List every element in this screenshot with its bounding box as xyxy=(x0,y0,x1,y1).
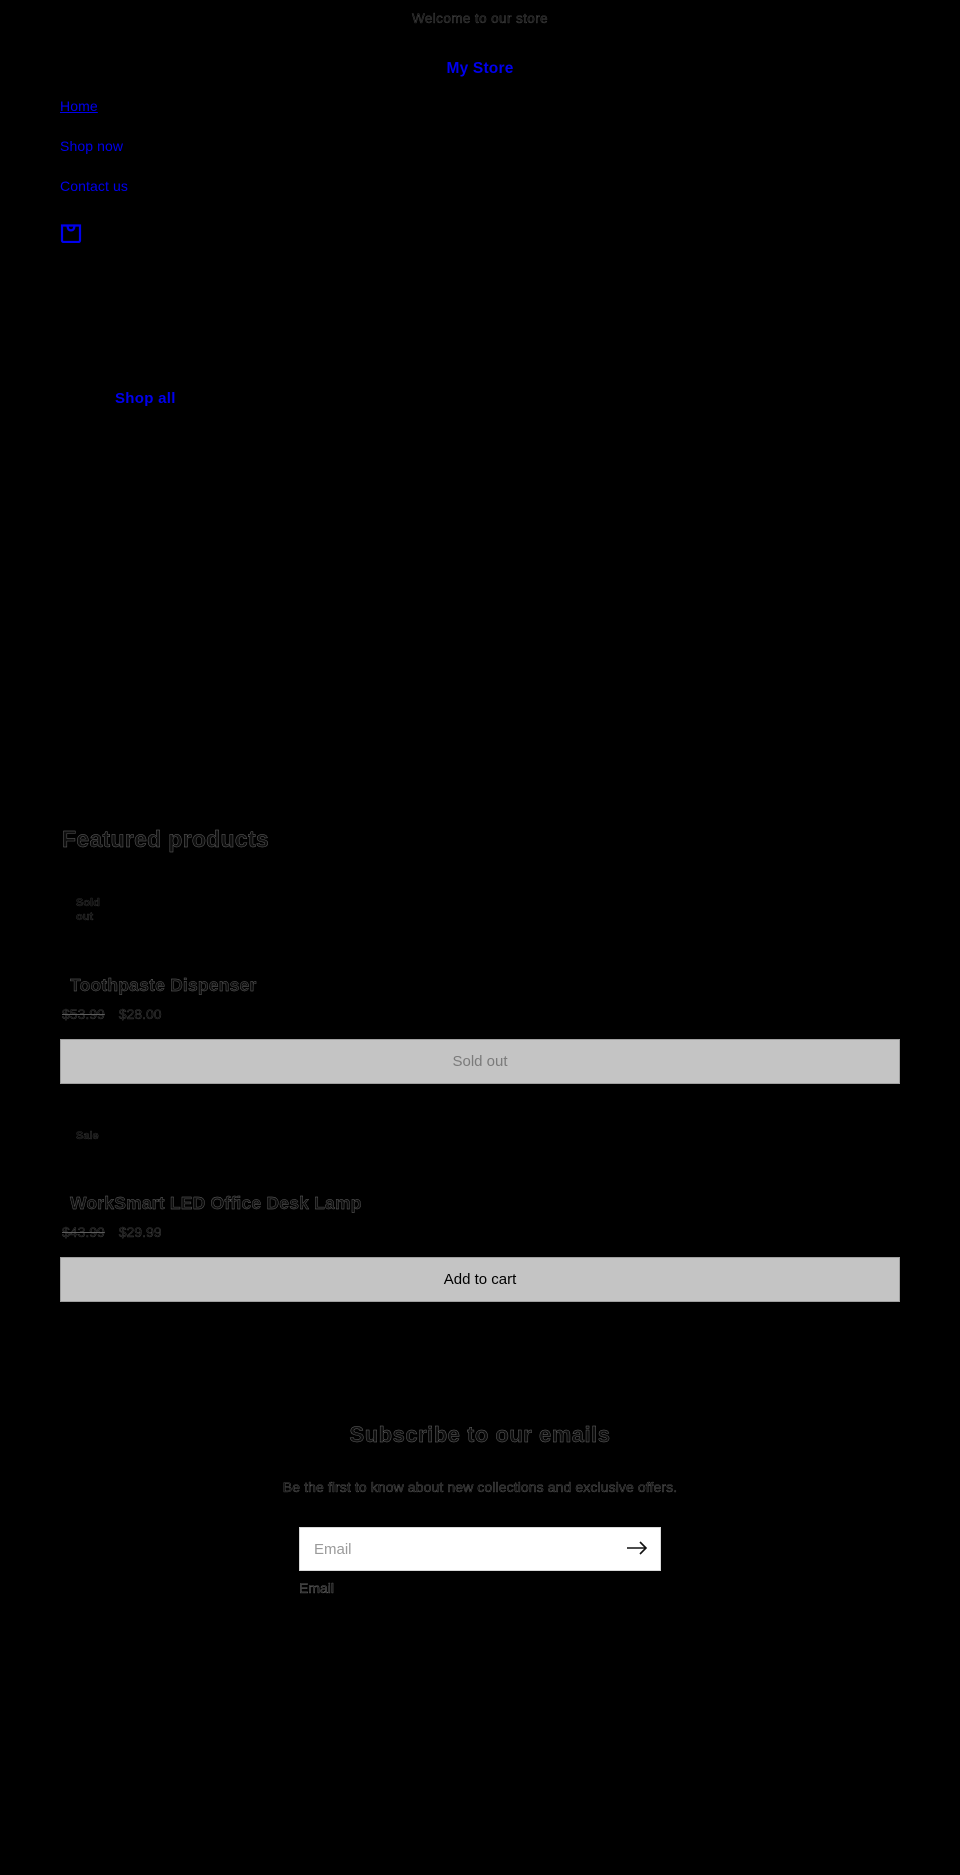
nav-link-shop-now[interactable]: Shop now xyxy=(60,138,123,154)
announcement-bar: Welcome to our store xyxy=(0,0,960,26)
cart-row xyxy=(0,219,960,248)
nav-link-contact-us[interactable]: Contact us xyxy=(60,178,128,194)
price-row: $43.99 $29.99 xyxy=(60,1224,900,1240)
announcement-text: Welcome to our store xyxy=(411,11,549,26)
email-input[interactable] xyxy=(299,1527,661,1572)
nav-item-contact-us: Contact us xyxy=(0,179,960,195)
brand-row: My Store xyxy=(0,60,960,78)
newsletter-heading: Subscribe to our emails xyxy=(349,1422,611,1448)
newsletter-submit-button[interactable] xyxy=(617,1527,657,1571)
sold-out-button: Sold out xyxy=(60,1038,900,1084)
main-navigation: Home Shop now Contact us xyxy=(0,99,960,195)
status-badge: Sold out xyxy=(76,897,100,923)
shop-all-button[interactable]: Shop all xyxy=(115,390,176,407)
site-header: My Store Home Shop now Contact us xyxy=(0,26,960,248)
email-field-label: Email xyxy=(299,1580,335,1597)
sale-price: $28.00 xyxy=(118,1005,162,1022)
status-badge: Sale xyxy=(76,1129,99,1142)
compare-at-price: $43.99 xyxy=(62,1224,105,1241)
nav-list: Home Shop now Contact us xyxy=(0,99,960,195)
newsletter-form: Email xyxy=(60,1527,900,1596)
add-to-cart-button[interactable]: Add to cart xyxy=(60,1257,900,1303)
product-title[interactable]: Toothpaste Dispenser xyxy=(60,974,900,996)
nav-item-home: Home xyxy=(0,99,960,115)
nav-link-home[interactable]: Home xyxy=(60,98,98,114)
compare-at-price: $53.99 xyxy=(62,1005,105,1022)
sale-price: $29.99 xyxy=(118,1224,162,1241)
store-logo-link[interactable]: My Store xyxy=(446,60,513,77)
arrow-right-icon xyxy=(626,1540,648,1559)
hero-section: Shop all xyxy=(0,390,960,408)
nav-item-shop-now: Shop now xyxy=(0,139,960,155)
newsletter-section: Subscribe to our emails Be the first to … xyxy=(0,1422,960,1596)
featured-products-heading: Featured products xyxy=(62,826,270,852)
newsletter-subtitle: Be the first to know about new collectio… xyxy=(282,1479,678,1496)
product-card[interactable]: Sale WorkSmart LED Office Desk Lamp $43.… xyxy=(60,1129,900,1303)
email-field-wrap: Email xyxy=(299,1527,661,1596)
product-title[interactable]: WorkSmart LED Office Desk Lamp xyxy=(60,1193,900,1214)
price-row: $53.99 $28.00 xyxy=(60,1005,900,1022)
product-card[interactable]: Sold out Toothpaste Dispenser $53.99 $28… xyxy=(60,897,900,1084)
featured-products-section: Featured products Sold out Toothpaste Di… xyxy=(0,826,960,1303)
cart-link[interactable] xyxy=(60,219,82,243)
shopping-bag-icon xyxy=(60,219,82,243)
